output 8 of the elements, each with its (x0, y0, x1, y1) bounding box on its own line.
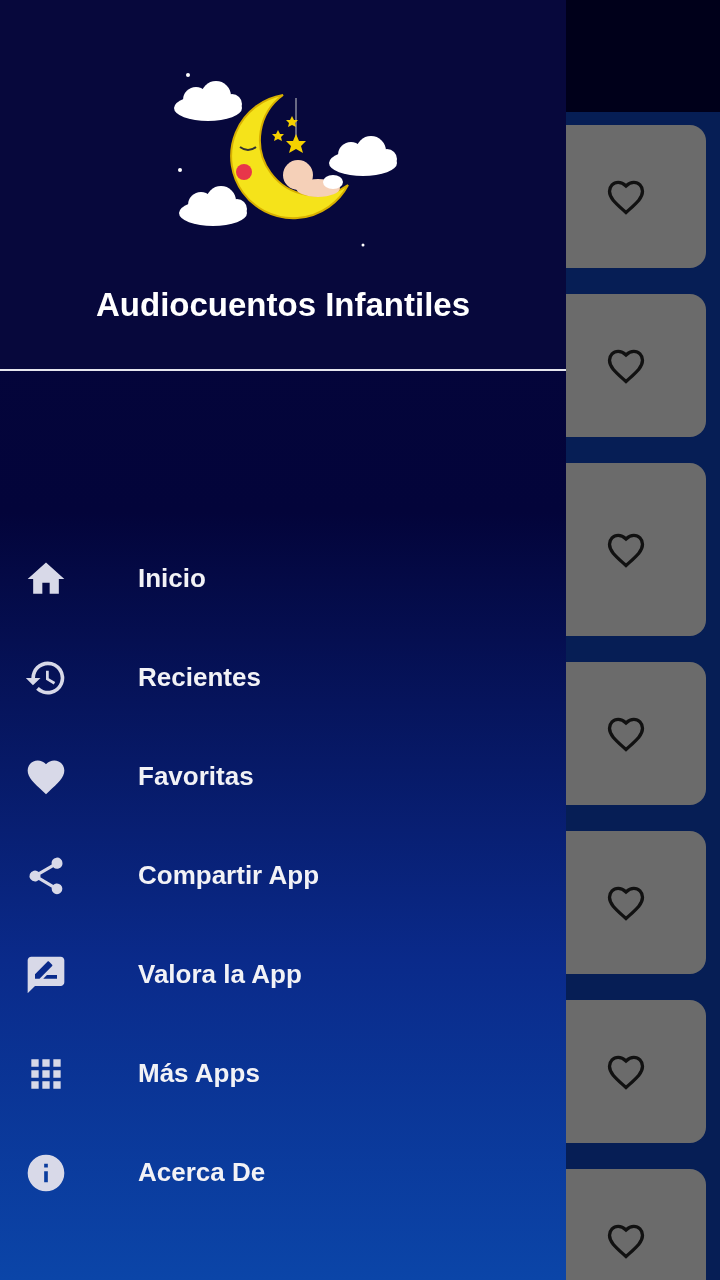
menu-item[interactable]: Más Apps (138, 1058, 260, 1089)
menu-item[interactable]: Acerca De (138, 1157, 266, 1188)
app-title: Audiocuentos Infantiles (96, 286, 470, 324)
menu-item[interactable]: Favoritas (138, 761, 254, 792)
menu-item[interactable]: Inicio (138, 563, 206, 594)
menu-item[interactable]: Compartir App (138, 860, 320, 891)
menu-item[interactable]: Recientes (138, 662, 261, 693)
menu-item[interactable]: Valora la App (138, 959, 302, 990)
